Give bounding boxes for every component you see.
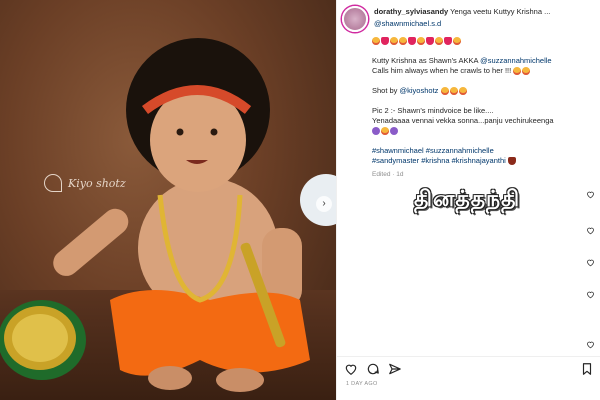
header-text: dorathy_sylviasandy Yenga veetu Kuttyy K… — [374, 6, 594, 32]
hashtag-links-1[interactable]: #shawnmichael #suzzannahmichelle — [372, 146, 494, 155]
site-watermark: தினத்தந்தி — [414, 186, 521, 212]
heart-icon[interactable] — [586, 190, 595, 199]
post-caption: Kutty Krishna as Shawn's AKKA @suzzannah… — [372, 36, 588, 190]
mention-link[interactable]: @shawnmichael.s.d — [374, 19, 441, 28]
post-actions — [344, 362, 594, 376]
caption-paragraph-2: Shot by @kiyoshotz — [372, 86, 588, 96]
chevron-right-icon[interactable]: › — [316, 196, 332, 212]
like-button[interactable] — [344, 362, 358, 376]
caption-paragraph-1: Kutty Krishna as Shawn's AKKA @suzzannah… — [372, 56, 552, 76]
caption-paragraph-3: Pic 2 :- Shawn's mindvoice be like.... Y… — [372, 106, 588, 136]
share-button[interactable] — [388, 362, 402, 376]
post-header: dorathy_sylviasandy Yenga veetu Kuttyy K… — [342, 6, 594, 32]
post-date: 1 DAY AGO — [346, 381, 378, 387]
hashtag-links-2[interactable]: #sandymaster #krishna #krishnajayanthi — [372, 156, 506, 165]
heart-icon[interactable] — [586, 226, 595, 235]
hashtags: #shawnmichael #suzzannahmichelle #sandym… — [372, 146, 588, 166]
photographer-watermark: Kiyo shotz — [44, 174, 126, 192]
photographer-mention[interactable]: @kiyoshotz — [400, 86, 439, 95]
heart-icon[interactable] — [586, 258, 595, 267]
post-photo: Kiyo shotz › — [0, 0, 336, 400]
watermark-logo-icon — [44, 174, 62, 192]
heart-icon[interactable] — [586, 290, 595, 299]
username-link[interactable]: dorathy_sylviasandy — [374, 7, 448, 16]
child-illustration — [0, 38, 336, 392]
comment-button[interactable] — [366, 362, 380, 376]
post-title: Yenga veetu Kuttyy Krishna ... — [450, 7, 551, 16]
avatar[interactable] — [342, 6, 368, 32]
edited-label: Edited · 1d — [372, 171, 404, 178]
heart-icon[interactable] — [586, 340, 595, 349]
caption-mention[interactable]: @suzzannahmichelle — [480, 56, 551, 65]
save-button[interactable] — [580, 362, 594, 376]
actions-divider — [336, 356, 600, 357]
emoji-row — [372, 36, 588, 46]
